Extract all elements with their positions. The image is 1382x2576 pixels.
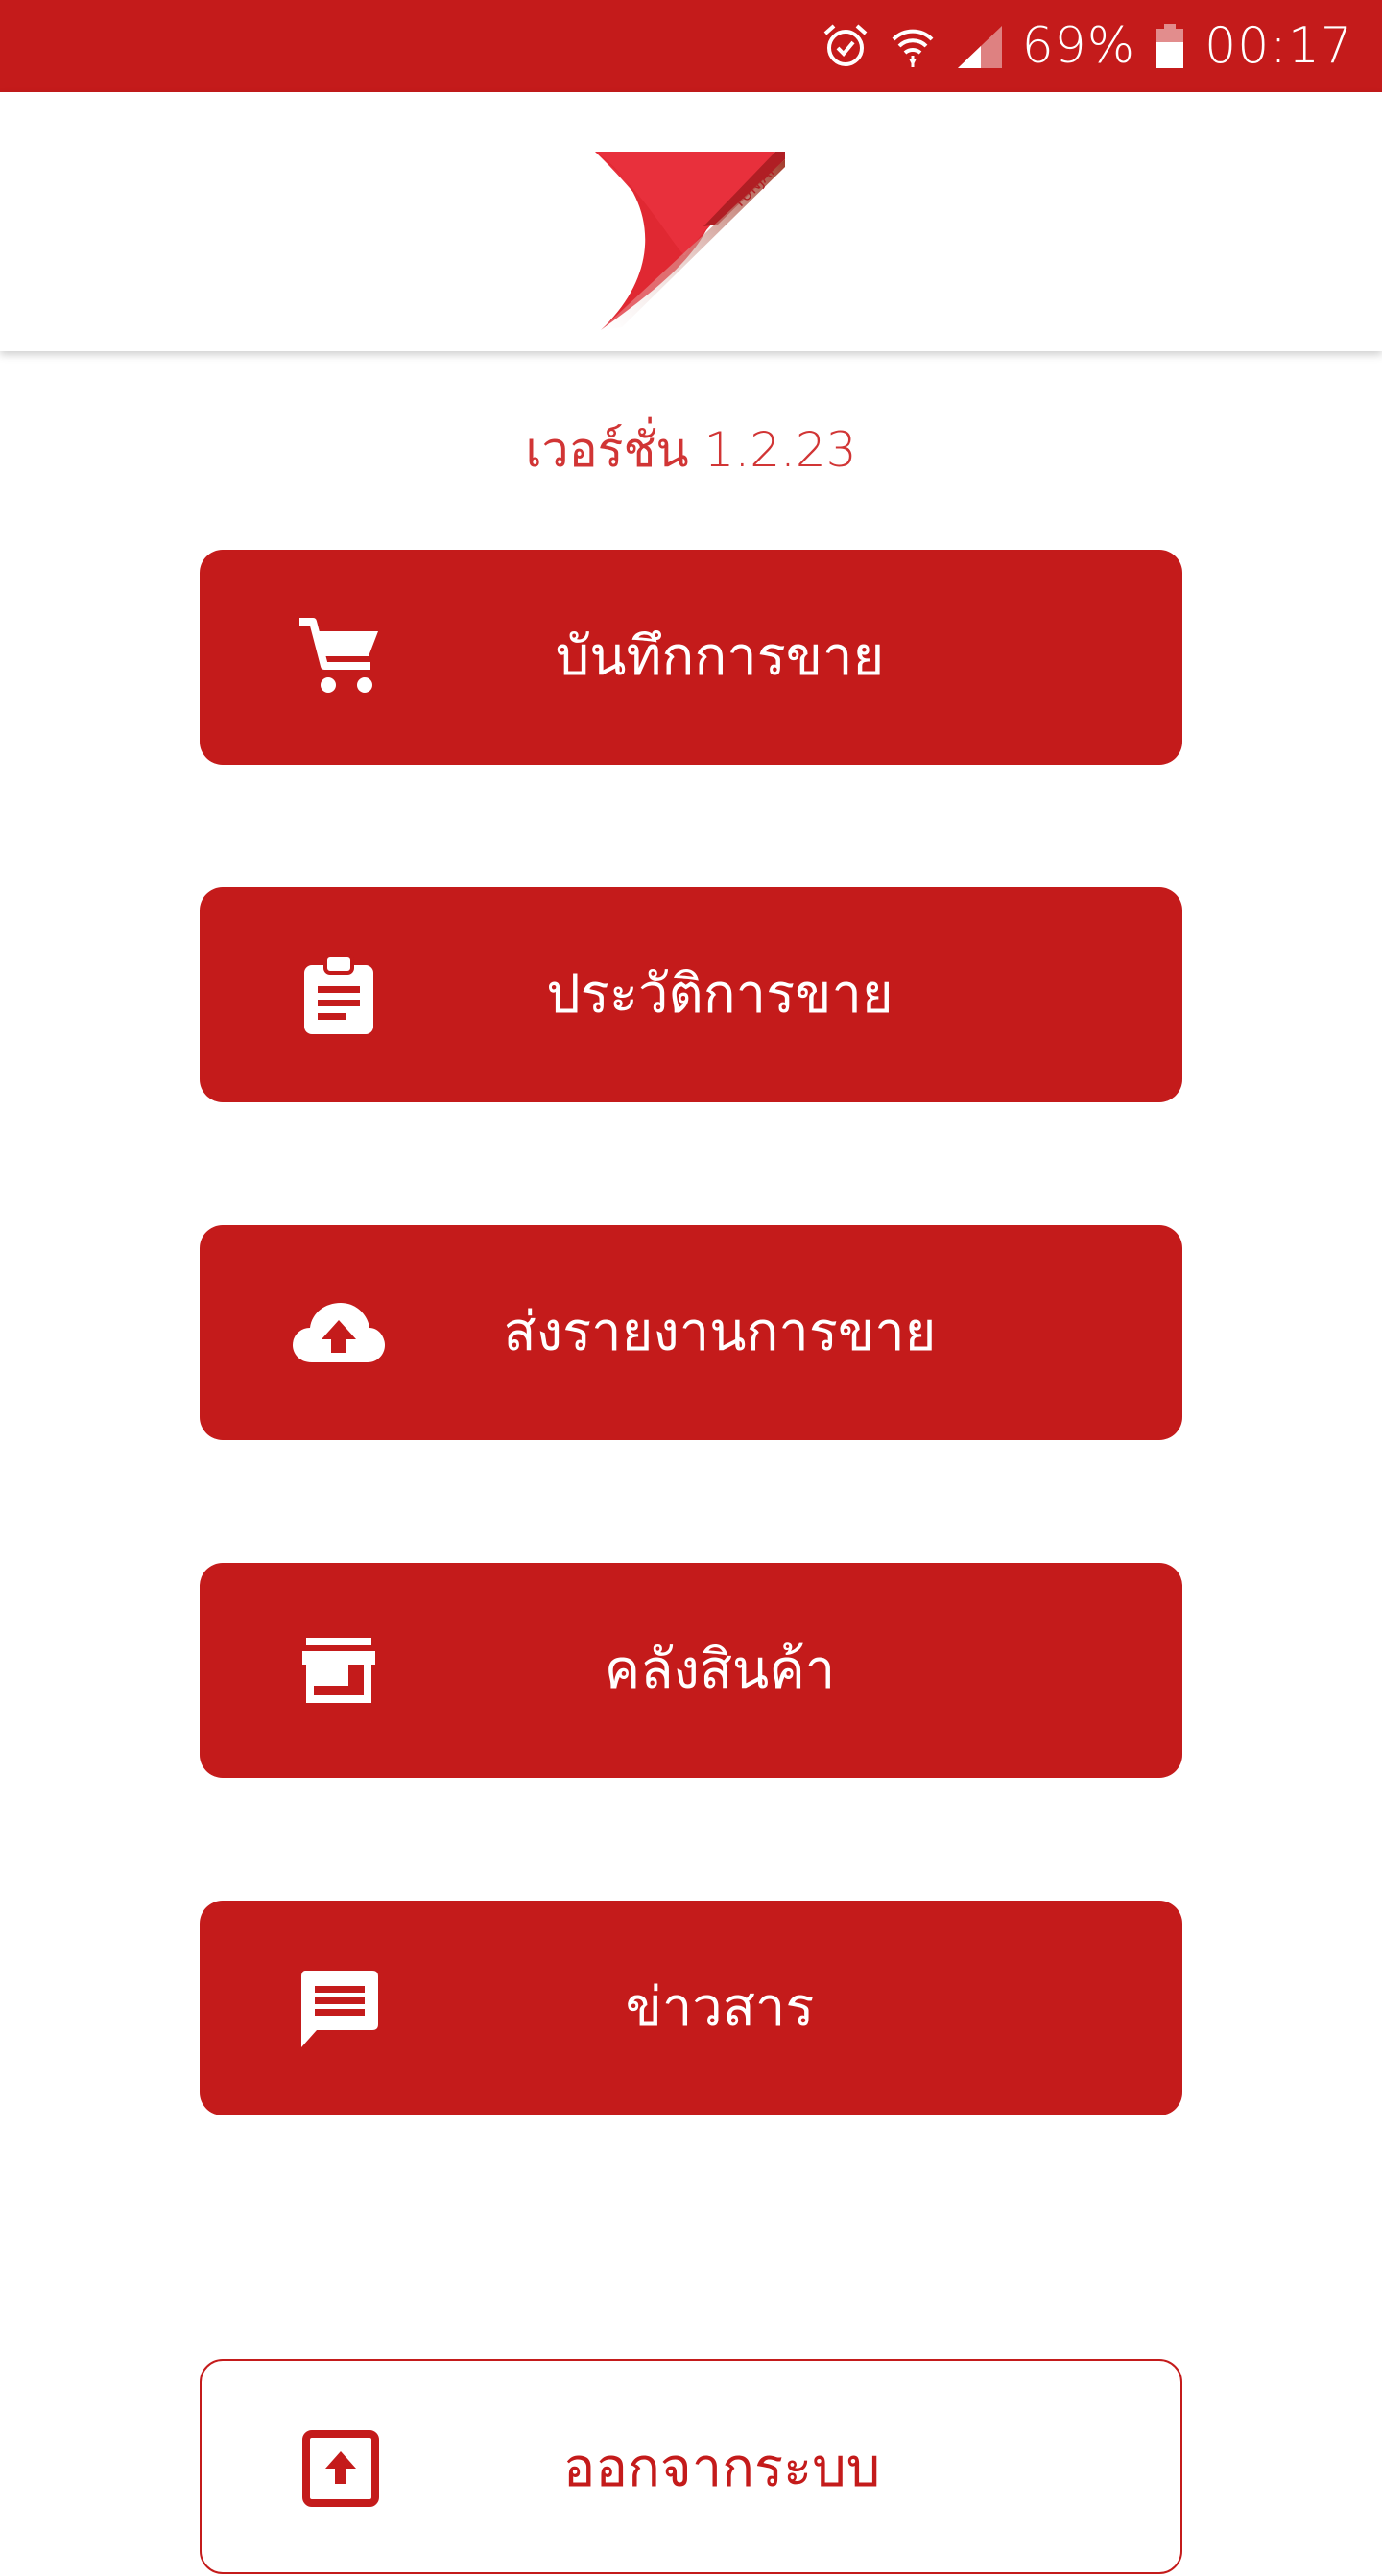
record-sales-button[interactable]: บันทึกการขาย xyxy=(200,550,1182,765)
wifi-icon xyxy=(888,21,938,71)
send-sales-report-label: ส่งรายงานการขาย xyxy=(503,1301,937,1363)
news-label: ข่าวสาร xyxy=(625,1976,815,2039)
logout-button[interactable]: ออกจากระบบ xyxy=(200,2359,1182,2574)
signal-icon xyxy=(955,21,1005,71)
sales-history-label: ประวัติการขาย xyxy=(546,963,894,1026)
sales-history-button[interactable]: ประวัติการขาย xyxy=(200,887,1182,1102)
tunjai-logo: TUNJAI xyxy=(593,150,785,332)
status-bar: 69% 00:17 xyxy=(0,0,1382,92)
news-button[interactable]: ข่าวสาร xyxy=(200,1901,1182,2115)
status-icons: 69% 00:17 xyxy=(821,0,1353,92)
logout-label: ออกจากระบบ xyxy=(562,2437,881,2499)
record-sales-label: บันทึกการขาย xyxy=(555,626,885,688)
inventory-label: คลังสินค้า xyxy=(604,1639,836,1701)
version-label: เวอร์ชั่น 1.2.23 xyxy=(525,422,857,478)
battery-percentage: 69% xyxy=(1021,17,1136,75)
clock-time: 00:17 xyxy=(1204,17,1353,75)
battery-icon xyxy=(1153,21,1187,71)
send-sales-report-button[interactable]: ส่งรายงานการขาย xyxy=(200,1225,1182,1440)
alarm-icon xyxy=(821,21,870,71)
inventory-button[interactable]: คลังสินค้า xyxy=(200,1563,1182,1778)
app-header: TUNJAI xyxy=(0,92,1382,351)
